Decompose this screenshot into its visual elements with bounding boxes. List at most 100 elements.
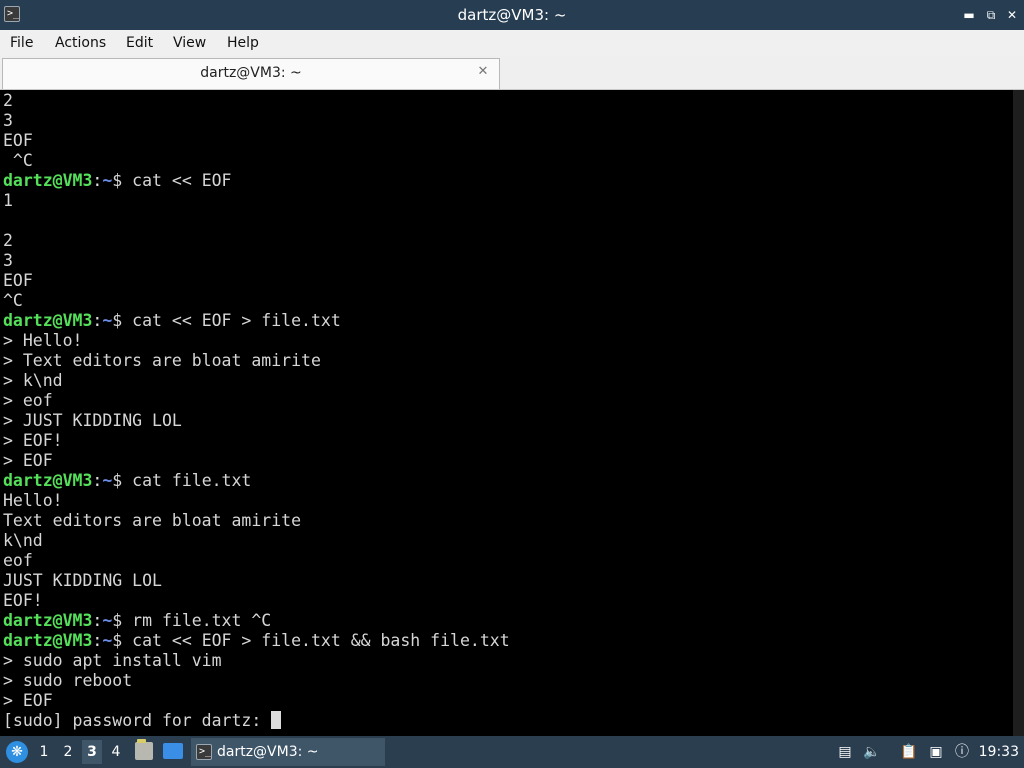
close-icon[interactable]: ✕ [1004,7,1020,23]
terminal-line: Text editors are bloat amirite [3,511,510,531]
terminal-window: >_ dartz@VM3: ~ ▬ ⧉ ✕ File Actions Edit … [0,0,1024,736]
output-text: > JUST KIDDING LOL [3,411,182,430]
prompt-user: dartz@VM3 [3,631,93,650]
prompt-colon: : [92,311,103,330]
output-text: > EOF! [3,431,63,450]
output-text: 2 [3,231,13,250]
command-text: cat << EOF > file.txt [132,311,341,330]
menu-actions[interactable]: Actions [53,30,108,56]
terminal-line: ^C [3,291,510,311]
terminal-line: 1 [3,191,510,211]
network-icon[interactable]: ▣ [927,743,945,761]
prompt-symbol: $ [112,611,133,630]
output-text: JUST KIDDING LOL [3,571,162,590]
prompt-symbol: $ [112,171,133,190]
terminal-line: EOF [3,131,510,151]
tab-bar: dartz@VM3: ~ ✕ [0,56,1024,90]
terminal-line: > EOF [3,691,510,711]
volume-icon[interactable]: 🔈 [863,743,881,761]
taskbar: ❋ 1 2 3 4 >_ dartz@VM3: ~ ▤ 🔈 📋 ▣ ⓘ 19:3… [0,736,1024,768]
clock[interactable]: 19:33 [979,736,1019,768]
command-text: rm file.txt ^C [132,611,272,630]
terminal-line: dartz@VM3:~$ cat << EOF > file.txt && ba… [3,631,510,651]
output-text: eof [3,551,33,570]
title-bar[interactable]: >_ dartz@VM3: ~ ▬ ⧉ ✕ [0,0,1024,30]
prompt-path: ~ [102,631,113,650]
menu-edit[interactable]: Edit [124,30,155,56]
terminal-line: [sudo] password for dartz: [3,711,510,731]
prompt-symbol: $ [112,471,133,490]
output-text: Hello! [3,491,63,510]
prompt-colon: : [92,611,103,630]
terminal-line: 3 [3,251,510,271]
file-manager-icon[interactable] [135,739,153,760]
terminal-line: dartz@VM3:~$ cat << EOF [3,171,510,191]
terminal-line: > JUST KIDDING LOL [3,411,510,431]
workspace-3[interactable]: 3 [82,740,102,764]
menu-help[interactable]: Help [225,30,261,56]
prompt-user: dartz@VM3 [3,471,93,490]
prompt-path: ~ [102,311,113,330]
output-text: EOF [3,271,33,290]
workspace-2[interactable]: 2 [58,740,78,764]
terminal-output[interactable]: 2 3 EOF ^C dartz@VM3:~$ cat << EOF 1 2 3 EOF ^C d… [0,90,1013,736]
menu-view[interactable]: View [171,30,208,56]
output-text: 2 [3,91,13,110]
notification-icon[interactable]: ⓘ [953,743,971,761]
menu-bar: File Actions Edit View Help [0,30,1024,56]
prompt-user: dartz@VM3 [3,611,93,630]
show-desktop-icon[interactable] [163,743,183,759]
prompt-colon: : [92,471,103,490]
minimize-icon[interactable]: ▬ [961,7,977,23]
output-text: 3 [3,251,13,270]
restore-icon[interactable]: ⧉ [983,7,999,23]
terminal-line: > eof [3,391,510,411]
close-tab-icon[interactable]: ✕ [475,64,491,80]
terminal-lines: 2 3 EOF ^C dartz@VM3:~$ cat << EOF 1 2 3 EOF ^C d… [3,91,510,731]
terminal-line: > sudo reboot [3,671,510,691]
terminal-icon: >_ [196,744,212,760]
output-text: > Text editors are bloat amirite [3,351,321,370]
terminal-line: JUST KIDDING LOL [3,571,510,591]
taskbar-window-button[interactable]: >_ dartz@VM3: ~ [191,738,385,766]
prompt-colon: : [92,171,103,190]
terminal-line: 2 [3,231,510,251]
menu-file[interactable]: File [8,30,35,56]
clipboard-icon[interactable]: 📋 [900,743,918,761]
terminal-line: 3 [3,111,510,131]
terminal-line: > EOF! [3,431,510,451]
text-cursor [271,711,282,729]
prompt-user: dartz@VM3 [3,171,93,190]
tab-terminal[interactable]: dartz@VM3: ~ ✕ [2,58,500,89]
output-text: EOF! [3,591,43,610]
terminal-line: dartz@VM3:~$ cat file.txt [3,471,510,491]
terminal-line: eof [3,551,510,571]
prompt-colon: : [92,631,103,650]
workspace-4[interactable]: 4 [106,740,126,764]
terminal-line: > Text editors are bloat amirite [3,351,510,371]
terminal-line: > EOF [3,451,510,471]
output-text: EOF [3,131,33,150]
terminal-line: > sudo apt install vim [3,651,510,671]
update-icon[interactable]: ▤ [836,743,854,761]
output-text: > Hello! [3,331,83,350]
prompt-path: ~ [102,611,113,630]
prompt-user: dartz@VM3 [3,311,93,330]
taskbar-window-label: dartz@VM3: ~ [217,744,319,760]
output-text: > k\nd [3,371,63,390]
prompt-path: ~ [102,471,113,490]
terminal-line: dartz@VM3:~$ cat << EOF > file.txt [3,311,510,331]
terminal-scrollbar[interactable] [1013,90,1024,736]
command-text: cat file.txt [132,471,252,490]
prompt-path: ~ [102,171,113,190]
workspace-1[interactable]: 1 [34,740,54,764]
output-text: ^C [3,151,33,170]
output-text: > EOF [3,451,53,470]
terminal-line: > k\nd [3,371,510,391]
terminal-line: 2 [3,91,510,111]
app-menu-icon[interactable]: ❋ [6,741,28,763]
terminal-line: EOF [3,271,510,291]
output-text: 3 [3,111,13,130]
output-text: ^C [3,291,23,310]
prompt-symbol: $ [112,311,133,330]
